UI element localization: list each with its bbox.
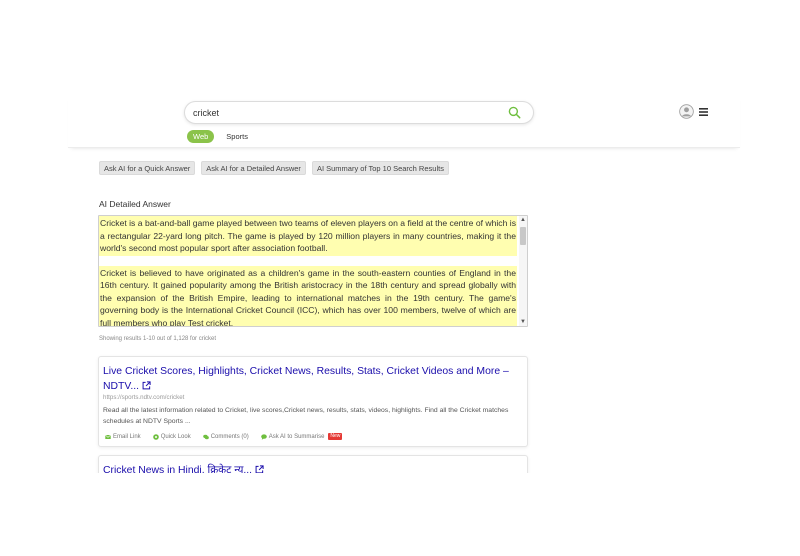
scroll-up-arrow-icon[interactable]: ▲ [520, 217, 526, 223]
result-description: Read all the latest information related … [103, 407, 509, 425]
quick-look-action[interactable]: Quick Look [152, 433, 191, 440]
result-title-text: Live Cricket Scores, Highlights, Cricket… [103, 366, 509, 392]
ai-button-group: Ask AI for a Quick Answer Ask AI for a D… [99, 161, 449, 175]
search-tabs: Web Sports [187, 130, 248, 143]
comments-icon [202, 434, 209, 439]
search-icon[interactable] [508, 106, 521, 119]
chat-bubble-icon [260, 433, 267, 440]
ai-summary-top10-button[interactable]: AI Summary of Top 10 Search Results [311, 161, 449, 175]
hamburger-menu-icon[interactable] [699, 108, 708, 116]
email-link-action[interactable]: Email Link [105, 434, 141, 440]
comments-label: Comments (0) [210, 433, 249, 440]
tab-sports[interactable]: Sports [226, 130, 248, 143]
search-result-card: Live Cricket Scores, Highlights, Cricket… [98, 356, 528, 447]
quick-look-label: Quick Look [160, 433, 191, 440]
external-link-icon[interactable] [142, 381, 151, 390]
eye-icon [152, 433, 159, 440]
result-title-link[interactable]: Live Cricket Scores, Highlights, Cricket… [103, 364, 513, 394]
new-badge: New [328, 433, 343, 440]
search-input[interactable] [193, 105, 493, 120]
tab-web[interactable]: Web [187, 130, 215, 143]
ask-ai-detailed-answer-button[interactable]: Ask AI for a Detailed Answer [201, 161, 306, 175]
ai-answer-scrollbar[interactable]: ▲ ▼ [519, 216, 527, 326]
email-link-label: Email Link [113, 433, 141, 440]
ask-ai-summarise-action[interactable]: Ask AI to Summarise New [260, 433, 343, 440]
results-count-text: Showing results 1-10 out of 1,128 for cr… [99, 336, 217, 342]
ask-ai-quick-answer-button[interactable]: Ask AI for a Quick Answer [99, 161, 196, 175]
ask-ai-summarise-label: Ask AI to Summarise [268, 433, 325, 440]
ai-answer-paragraph: Cricket is believed to have originated a… [99, 265, 517, 326]
ai-answer-content: Cricket is a bat-and-ball game played be… [99, 216, 517, 326]
result-url[interactable]: https://sports.ndtv.com/cricket [103, 394, 184, 401]
comments-action[interactable]: Comments (0) [202, 433, 249, 440]
result-actions: Email Link Quick Look Comments (0) Ask A… [105, 433, 343, 440]
ai-answer-paragraph: Cricket is a bat-and-ball game played be… [99, 216, 517, 256]
scroll-down-arrow-icon[interactable]: ▼ [520, 319, 526, 325]
viewport-cutoff [90, 473, 540, 556]
search-box[interactable] [184, 101, 534, 124]
avatar-icon[interactable] [679, 104, 694, 119]
envelope-icon [105, 434, 111, 439]
ai-answer-title: AI Detailed Answer [99, 199, 171, 209]
scroll-thumb[interactable] [520, 227, 526, 245]
ai-answer-box[interactable]: Cricket is a bat-and-ball game played be… [98, 215, 528, 327]
